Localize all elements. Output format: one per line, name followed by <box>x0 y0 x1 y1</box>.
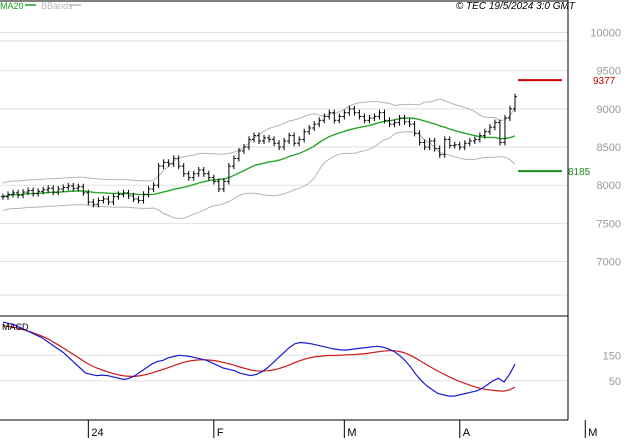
price-bar <box>226 163 231 185</box>
macd-tick-label: 150 <box>603 350 621 362</box>
price-bar <box>31 187 36 197</box>
price-bar <box>367 114 372 124</box>
price-bar <box>277 140 282 151</box>
price-bar <box>181 163 186 177</box>
axis-ticks: 7000 7500 8000 8500 9000 9500 10000 50 150 24 F M A M <box>87 28 621 439</box>
price-bar <box>497 119 502 146</box>
price-levels: 9377 8185 <box>518 76 616 178</box>
price-bar <box>402 114 407 125</box>
price-bar <box>297 136 302 147</box>
macd-panel-grid <box>0 354 568 382</box>
price-bar <box>56 185 61 196</box>
price-bar <box>287 132 292 144</box>
price-bar <box>487 124 492 135</box>
price-bar <box>36 188 41 197</box>
price-bar <box>156 163 161 189</box>
support-label: 8185 <box>568 167 591 178</box>
price-bar <box>11 189 16 198</box>
price-bar <box>171 155 176 167</box>
price-bar <box>412 121 417 137</box>
y-tick-label: 9500 <box>597 66 621 78</box>
price-bar <box>186 170 191 181</box>
price-bar <box>352 105 357 116</box>
bollinger-bands <box>2 98 516 220</box>
price-bar <box>302 128 307 143</box>
price-bar <box>432 137 437 152</box>
price-bar <box>262 134 267 144</box>
price-bar <box>372 113 377 122</box>
price-bar <box>196 166 201 177</box>
price-bar <box>397 114 402 126</box>
price-bar <box>272 136 277 147</box>
price-bar <box>337 113 342 124</box>
price-bar <box>111 193 116 206</box>
price-bar <box>332 109 337 124</box>
price-bar <box>106 195 111 206</box>
main-panel-grid <box>0 32 568 296</box>
price-bar <box>141 191 146 204</box>
resistance-label: 9377 <box>593 76 616 87</box>
price-bar <box>146 185 151 198</box>
y-tick-label: 8000 <box>597 180 621 192</box>
price-bar <box>241 143 246 154</box>
price-bar <box>292 132 297 147</box>
price-bar <box>407 118 412 128</box>
copyright: © TEC 19/5/2024 3:0 GMT <box>456 1 576 12</box>
y-tick-label: 10000 <box>590 28 621 40</box>
macd-lines <box>2 321 516 397</box>
y-tick-label: 8500 <box>597 142 621 154</box>
price-bar <box>201 166 206 177</box>
price-bar <box>46 185 51 193</box>
price-bars <box>1 93 517 208</box>
x-tick-label: A <box>463 427 471 439</box>
price-bar <box>246 136 251 151</box>
price-bar <box>467 137 472 147</box>
y-tick-label: 9000 <box>597 104 621 116</box>
price-bar <box>1 193 5 200</box>
bbands-lower <box>2 131 516 220</box>
price-bar <box>267 134 272 143</box>
price-bar <box>317 117 322 128</box>
price-bar <box>101 195 106 204</box>
price-bar <box>136 195 141 204</box>
price-bar <box>357 109 362 120</box>
legend-bbands: BBands <box>41 1 73 11</box>
y-tick-label: 7000 <box>597 257 621 269</box>
price-bar <box>282 137 287 151</box>
price-bar <box>166 159 171 167</box>
price-bar <box>312 121 317 132</box>
macd-tick-label: 50 <box>609 376 621 388</box>
x-tick-label: M <box>347 427 356 439</box>
legend-ma20: MA20 <box>0 1 24 11</box>
price-bar <box>362 113 367 124</box>
macd-signal-line <box>2 325 516 392</box>
price-bar <box>417 130 422 146</box>
chart-svg: 9377 8185 7000 7500 8000 8500 9000 9500 10000 50… <box>0 0 621 439</box>
y-tick-label: 7500 <box>597 218 621 230</box>
price-bar <box>472 136 477 144</box>
chart: 9377 8185 7000 7500 8000 8500 9000 9500 10000 50… <box>0 0 627 440</box>
price-bar <box>462 140 467 151</box>
price-bar <box>307 124 312 135</box>
price-bar <box>66 182 71 191</box>
price-bar <box>377 109 382 120</box>
price-bar <box>322 113 327 124</box>
x-tick-label: M <box>588 427 597 439</box>
price-bar <box>191 170 196 181</box>
price-bar <box>342 109 347 120</box>
price-bar <box>71 182 76 192</box>
x-tick-label: 24 <box>91 427 103 439</box>
price-bar <box>116 191 121 200</box>
price-bar <box>161 159 166 170</box>
macd-label: MACD <box>2 322 29 332</box>
price-bar <box>206 170 211 181</box>
price-bar <box>51 185 56 196</box>
price-bar <box>387 117 392 128</box>
price-bar <box>457 141 462 151</box>
price-bar <box>492 119 497 131</box>
price-bar <box>151 182 156 193</box>
x-tick-label: F <box>217 427 224 439</box>
price-bar <box>231 155 236 170</box>
